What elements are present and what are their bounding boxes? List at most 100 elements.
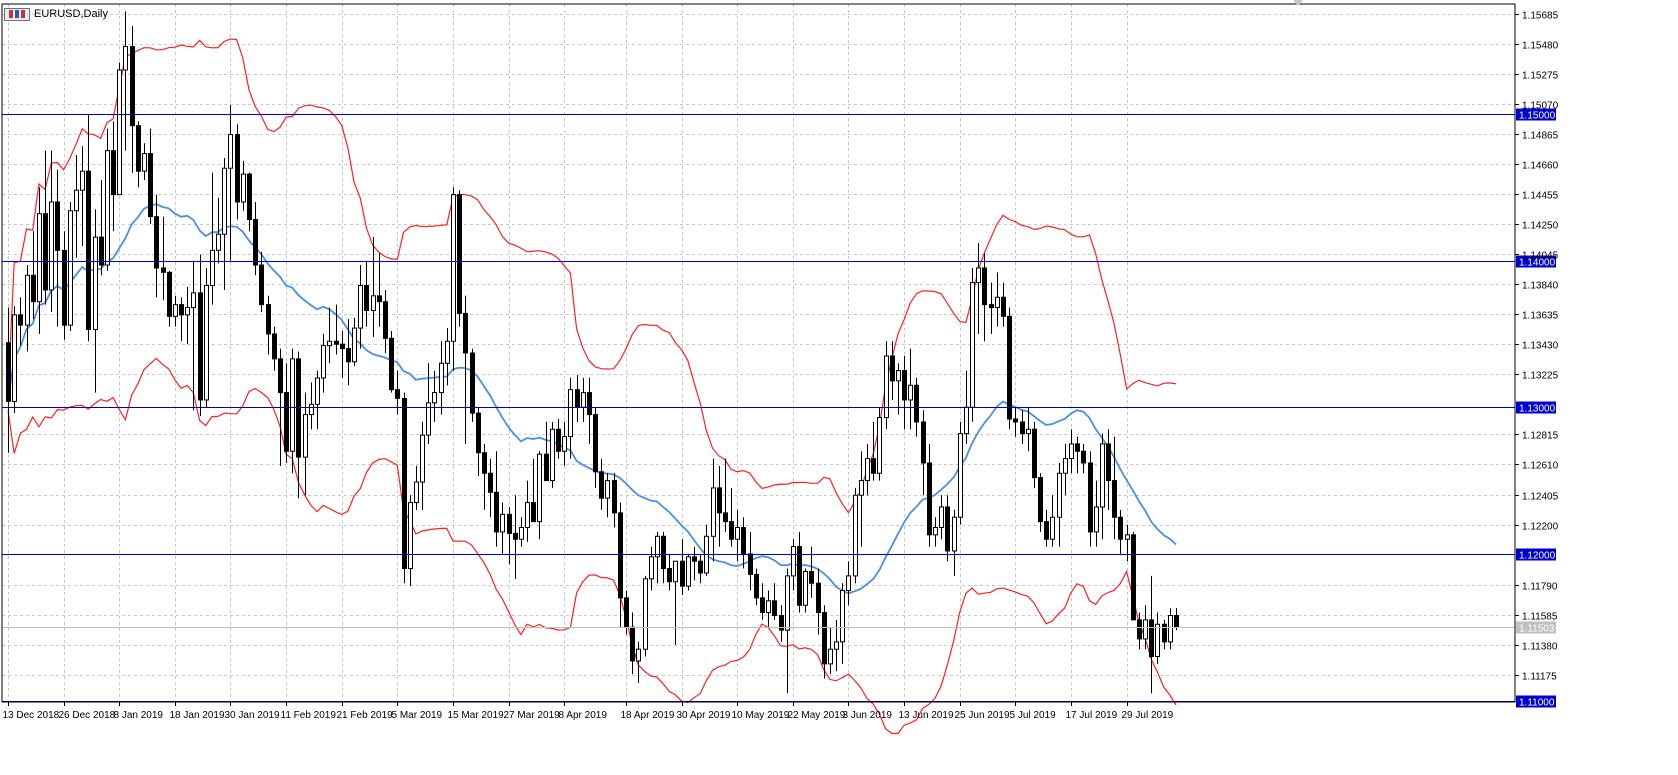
candles xyxy=(6,11,1179,694)
candle xyxy=(643,575,648,657)
candle-body xyxy=(476,412,481,454)
candle xyxy=(1032,421,1037,488)
candle-body xyxy=(964,406,969,435)
candle xyxy=(593,407,598,488)
candle-body xyxy=(939,506,944,528)
candle xyxy=(389,331,394,393)
candle xyxy=(748,531,753,591)
candle-body xyxy=(1032,428,1037,479)
candle-body xyxy=(556,428,561,452)
candle-body xyxy=(636,648,641,662)
date-tick-label: 30 Jan 2019 xyxy=(225,710,280,721)
candle-body xyxy=(321,345,326,379)
candle xyxy=(321,333,326,393)
candle-body xyxy=(908,384,913,401)
date-tick-label: 25 Jun 2019 xyxy=(955,710,1010,721)
candle xyxy=(673,560,678,645)
candle xyxy=(204,267,209,408)
candle-body xyxy=(1112,480,1117,518)
candle-body xyxy=(55,201,60,251)
candle xyxy=(1106,429,1111,510)
candle-body xyxy=(222,167,227,235)
candle xyxy=(235,124,240,220)
price-tick-label: 1.13840 xyxy=(1522,281,1559,292)
candle xyxy=(259,251,264,312)
candle-body xyxy=(723,512,728,523)
price-tick-label: 1.14455 xyxy=(1522,191,1559,202)
candle-body xyxy=(1131,534,1136,621)
chart-shift-marker-icon[interactable] xyxy=(1293,0,1303,6)
candle xyxy=(896,363,901,415)
price-tick-label: 1.15480 xyxy=(1522,41,1559,52)
candle-body xyxy=(340,343,345,350)
candle xyxy=(877,407,882,481)
candle xyxy=(1038,473,1043,532)
candle xyxy=(531,458,536,523)
candle xyxy=(414,465,419,510)
candle xyxy=(222,157,227,290)
candle-body xyxy=(1013,418,1018,423)
candle xyxy=(544,421,549,482)
candle xyxy=(185,287,190,345)
candle xyxy=(797,531,802,613)
candle xyxy=(377,253,382,327)
candle xyxy=(871,421,876,481)
candle-body xyxy=(457,194,462,314)
candle-body xyxy=(698,560,703,574)
date-tick-label: 26 Dec 2018 xyxy=(59,710,116,721)
price-tick-label: 1.14250 xyxy=(1522,221,1559,232)
candle-body xyxy=(667,568,672,583)
candle-body xyxy=(834,641,839,650)
candle xyxy=(562,421,567,466)
candle xyxy=(364,260,369,327)
candle-body xyxy=(544,453,549,482)
bid-price-label: 1.11503 xyxy=(1519,624,1555,635)
candle xyxy=(74,155,79,258)
level-price-label: 1.15000 xyxy=(1519,111,1556,122)
date-tick-label: 18 Apr 2019 xyxy=(621,710,675,721)
candle xyxy=(463,295,468,444)
candle-body xyxy=(259,264,264,306)
candle-body xyxy=(1038,477,1043,523)
candle xyxy=(327,307,332,364)
candle-body xyxy=(816,582,821,614)
candle xyxy=(760,583,765,620)
candle xyxy=(12,306,17,414)
candle-body xyxy=(303,414,308,458)
candle-body xyxy=(25,274,30,326)
candle xyxy=(865,443,870,496)
candle xyxy=(661,531,666,584)
candle-body xyxy=(37,213,42,303)
price-chart[interactable]: 1.150001.140001.130001.120001.110001.115… xyxy=(0,0,1678,775)
candle xyxy=(470,348,475,422)
candle-body xyxy=(562,436,567,452)
candle xyxy=(779,605,784,642)
candle-body xyxy=(216,233,221,251)
symbol-bar: EURUSD,Daily xyxy=(4,6,108,22)
candle xyxy=(952,509,957,576)
candle xyxy=(921,410,926,496)
candle xyxy=(111,121,116,232)
candle-body xyxy=(309,403,314,416)
candle xyxy=(698,553,703,584)
date-tick-label: 8 Apr 2019 xyxy=(559,710,608,721)
candle-body xyxy=(537,453,542,523)
level-price-label: 1.12000 xyxy=(1519,551,1556,562)
candle xyxy=(785,568,790,694)
candle xyxy=(519,517,524,547)
chart-window-icon xyxy=(4,7,30,21)
candle xyxy=(711,458,716,562)
candle xyxy=(982,253,987,342)
candle-body xyxy=(921,421,926,464)
candle-body xyxy=(272,333,277,360)
candle xyxy=(408,495,413,587)
candle xyxy=(803,568,808,613)
candle xyxy=(717,465,722,547)
candle xyxy=(1013,407,1018,437)
candle-body xyxy=(284,392,289,452)
candle-body xyxy=(364,285,369,311)
candle xyxy=(970,267,975,422)
date-tick-label: 13 Jun 2019 xyxy=(899,710,954,721)
candle xyxy=(253,201,258,276)
candle xyxy=(161,216,166,301)
